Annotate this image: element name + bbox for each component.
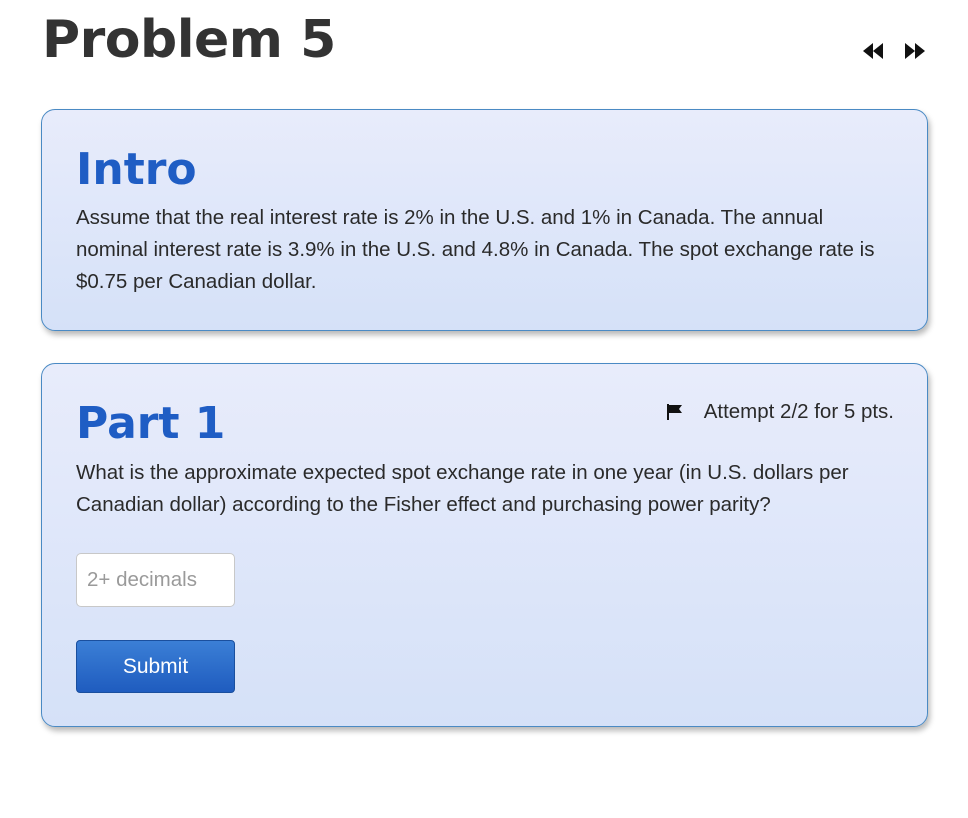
intro-card: Intro Assume that the real interest rate… [41,109,928,331]
rewind-icon [863,43,883,59]
page-title: Problem 5 [42,10,336,70]
part-1-card: Part 1 Attempt 2/2 for 5 pts. What is th… [41,363,928,727]
previous-problem-button[interactable] [860,40,886,62]
problem-nav [860,40,928,62]
intro-heading: Intro [76,144,197,195]
next-problem-button[interactable] [902,40,928,62]
intro-text: Assume that the real interest rate is 2%… [76,206,875,293]
flag-icon[interactable] [666,403,684,421]
attempt-info: Attempt 2/2 for 5 pts. [666,400,894,424]
part-1-question: What is the approximate expected spot ex… [76,461,849,516]
submit-button[interactable]: Submit [76,640,235,693]
part-1-heading: Part 1 [76,398,226,449]
fast-forward-icon [905,43,925,59]
answer-input[interactable] [76,553,235,607]
attempt-text: Attempt 2/2 for 5 pts. [703,400,894,423]
